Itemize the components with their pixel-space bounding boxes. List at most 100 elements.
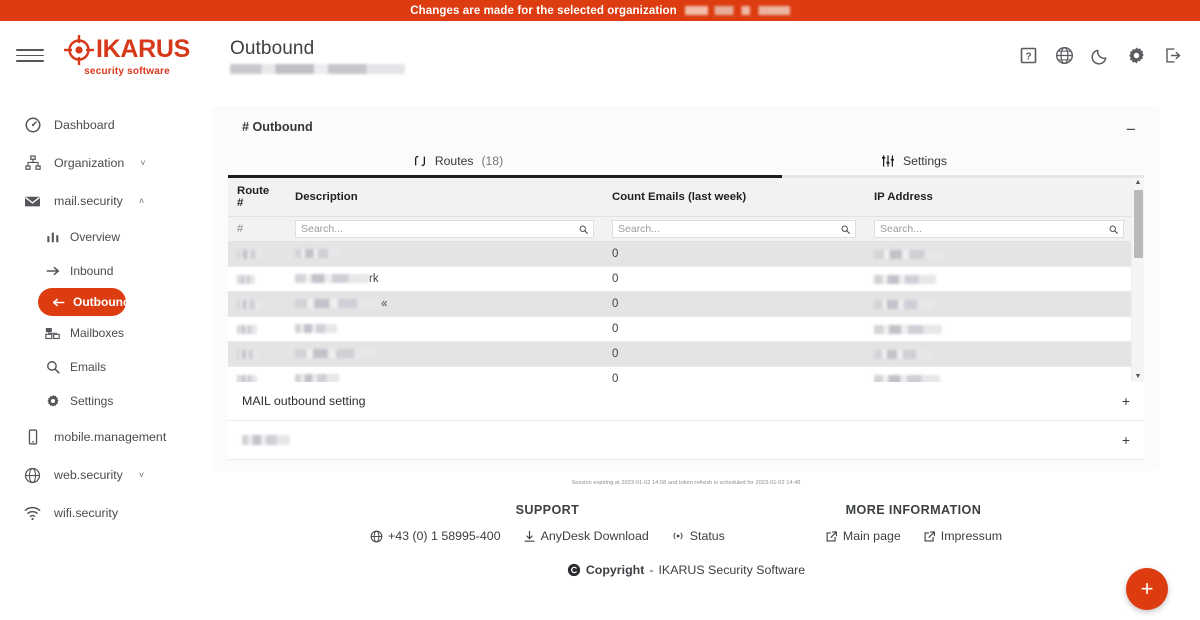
scroll-down-arrow-icon[interactable]: ▼ (1135, 372, 1142, 382)
scroll-up-arrow-icon[interactable]: ▲ (1135, 178, 1142, 188)
footer-link-anydesk[interactable]: AnyDesk Download (523, 529, 649, 543)
ip-redacted (874, 349, 932, 359)
magnifier-icon[interactable] (841, 225, 850, 234)
sidebar-item-outbound[interactable]: Outbound (38, 288, 130, 316)
sidebar-item-mail-security[interactable]: mail.security ˄ (0, 182, 200, 220)
accordion-mail-outbound-setting[interactable]: MAIL outbound setting + (228, 382, 1144, 421)
svg-text:?: ? (1025, 51, 1031, 62)
page-subtitle-redacted (230, 63, 405, 74)
tab-routes-label: Routes (434, 154, 474, 168)
main-content: # Outbound − Routes (18) Settings Route … (200, 90, 1200, 620)
footer-link-status[interactable]: Status (671, 529, 725, 543)
column-header-count-emails[interactable]: Count Emails (last week) (603, 178, 865, 217)
description-redacted (295, 374, 339, 382)
logout-icon[interactable] (1162, 46, 1182, 66)
ip-redacted (874, 324, 942, 334)
table-row[interactable]: 0 × (228, 366, 1144, 382)
sidebar-item-dashboard[interactable]: Dashboard (0, 106, 200, 144)
sidebar-item-organization[interactable]: Organization ˅ (0, 144, 200, 182)
settings-accordion: MAIL outbound setting + + (228, 382, 1144, 460)
cell-route (228, 291, 286, 317)
accordion-expand-icon[interactable]: + (1122, 394, 1130, 408)
arrow-right-icon (44, 264, 61, 278)
tab-routes[interactable]: Routes (18) (230, 154, 686, 175)
tab-settings[interactable]: Settings (686, 154, 1142, 175)
scrollbar-thumb[interactable] (1134, 190, 1143, 258)
menu-toggle-icon[interactable] (16, 42, 44, 70)
sidebar-item-mobile-management[interactable]: mobile.management (0, 418, 200, 456)
search-input-count-emails[interactable]: Search... (612, 220, 856, 238)
filter-cell-ip-address: Search... (865, 216, 1133, 242)
table-row[interactable]: « 0 × (228, 291, 1144, 317)
dark-mode-moon-icon[interactable] (1090, 46, 1110, 66)
cell-count-emails: 0 (603, 341, 865, 367)
sidebar-item-web-security[interactable]: web.security ˅ (0, 456, 200, 494)
settings-gear-icon[interactable] (1126, 46, 1146, 66)
app-header: IKARUS security software Outbound ? (0, 21, 1200, 90)
sidebar-item-label: web.security (54, 468, 123, 482)
dashboard-icon (24, 117, 41, 133)
magnifier-icon[interactable] (1109, 225, 1118, 234)
cell-description (286, 366, 603, 382)
cell-count-emails: 0 (603, 366, 865, 382)
globe-icon (24, 467, 41, 484)
table-row[interactable]: 0 × (228, 341, 1144, 367)
external-link-icon (923, 530, 936, 543)
logo-tagline: security software (84, 65, 170, 77)
filter-cell-description: Search... (286, 216, 603, 242)
cell-ip-address (865, 366, 1133, 382)
column-header-description[interactable]: Description (286, 178, 603, 217)
route-redacted (237, 374, 257, 382)
table-row[interactable]: rk 0 × (228, 266, 1144, 292)
cell-ip-address (865, 266, 1133, 292)
organization-icon (24, 155, 41, 171)
sidebar-item-inbound[interactable]: Inbound (0, 254, 200, 288)
minimize-card-button[interactable]: − (1122, 120, 1140, 138)
chart-bar-icon (44, 230, 61, 244)
sidebar-item-label: mobile.management (54, 430, 167, 444)
accordion-expand-icon[interactable]: + (1122, 433, 1130, 447)
copyright-prefix: Copyright (585, 563, 645, 577)
add-route-button[interactable]: + (1126, 568, 1168, 610)
sidebar-item-label: Mailboxes (70, 326, 125, 340)
app-body: Dashboard Organization ˅ mail.security ˄… (0, 90, 1200, 620)
description-redacted (295, 274, 369, 284)
ip-redacted (874, 249, 944, 259)
table-row[interactable]: 0 × (228, 316, 1144, 342)
sidebar-item-label: Overview (70, 230, 121, 244)
footer-link-phone[interactable]: +43 (0) 1 58995-400 (370, 529, 501, 543)
sidebar-item-settings[interactable]: Settings (0, 384, 200, 418)
column-header-ip-address[interactable]: IP Address (865, 178, 1133, 217)
sidebar-item-emails[interactable]: Emails (0, 350, 200, 384)
footer-link-impressum[interactable]: Impressum (923, 529, 1002, 543)
footer-link-label: AnyDesk Download (540, 529, 649, 543)
org-notice-text: Changes are made for the selected organi… (410, 4, 677, 17)
cell-description (286, 241, 603, 267)
column-header-route[interactable]: Route # (228, 178, 286, 217)
accordion-redacted-section[interactable]: + (228, 421, 1144, 460)
table-row[interactable]: 0 × (228, 241, 1144, 267)
chevron-down-icon: ˅ (138, 470, 145, 480)
sidebar-item-wifi-security[interactable]: wifi.security (0, 494, 200, 532)
magnifier-icon[interactable] (579, 225, 588, 234)
search-input-ip-address[interactable]: Search... (874, 220, 1124, 238)
page-heading-block: Outbound (230, 38, 405, 74)
routes-table-body: 0 × rk (228, 241, 1144, 382)
cell-route (228, 366, 286, 382)
language-globe-icon[interactable] (1054, 46, 1074, 66)
ikarus-logo[interactable]: IKARUS security software (52, 34, 202, 77)
sidebar-item-mailboxes[interactable]: Mailboxes (0, 316, 200, 350)
copyright-icon (567, 563, 581, 577)
card-header: # Outbound − (228, 120, 1144, 138)
app-root: Changes are made for the selected organi… (0, 0, 1200, 620)
cell-ip-address (865, 316, 1133, 342)
help-icon[interactable]: ? (1018, 46, 1038, 66)
table-header-row: Route # Description Count Emails (last w… (228, 178, 1144, 217)
search-input-description[interactable]: Search... (295, 220, 594, 238)
copyright-line: Copyright - IKARUS Security Software (212, 563, 1160, 577)
footer-link-main-page[interactable]: Main page (825, 529, 901, 543)
table-vertical-scrollbar[interactable]: ▲ ▼ (1131, 178, 1144, 382)
sidebar-item-overview[interactable]: Overview (0, 220, 200, 254)
accordion-label-redacted (242, 435, 290, 445)
route-redacted (237, 324, 257, 334)
